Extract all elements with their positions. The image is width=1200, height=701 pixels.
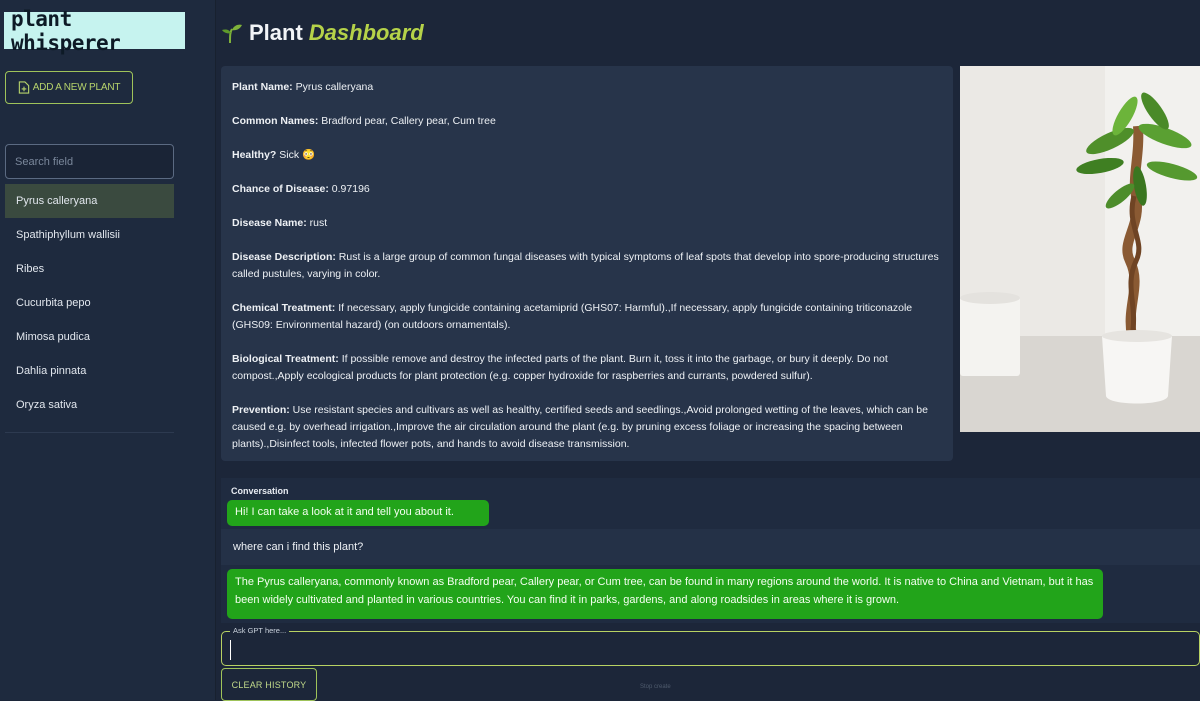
chance-of-disease-row: Chance of Disease: 0.97196 (232, 183, 370, 195)
money-tree-illustration (960, 66, 1200, 432)
app-logo: plant whisperer (4, 7, 185, 55)
disease-description-row: Disease Description: Rust is a large gro… (232, 251, 939, 280)
plant-item-dahlia-pinnata[interactable]: Dahlia pinnata (5, 354, 174, 388)
ask-gpt-label: Ask GPT here... (230, 626, 290, 635)
add-new-plant-button[interactable]: ADD A NEW PLANT (5, 71, 133, 104)
conversation-panel: Conversation Hi! I can take a look at it… (221, 478, 1200, 623)
footer-note: Stop create (640, 684, 671, 690)
ask-gpt-field[interactable]: Ask GPT here... (221, 626, 1200, 666)
disease-name-row: Disease Name: rust (232, 217, 328, 229)
plant-item-oryza-sativa[interactable]: Oryza sativa (5, 388, 174, 422)
sidebar: plant whisperer ADD A NEW PLANT Pyrus ca… (0, 0, 216, 700)
plant-item-pyrus-calleryana[interactable]: Pyrus calleryana (5, 184, 174, 218)
prevention-row: Prevention: Use resistant species and cu… (232, 404, 928, 450)
plant-name-row: Plant Name: Pyrus calleryana (232, 81, 374, 93)
ask-gpt-input[interactable] (230, 640, 1175, 660)
user-message: where can i find this plant? (221, 529, 1200, 565)
plant-info-card: Plant Name: Pyrus calleryana Common Name… (221, 66, 953, 461)
plant-photo (960, 66, 1200, 432)
biological-treatment-row: Biological Treatment: If possible remove… (232, 353, 888, 382)
main-content: Plant Dashboard Plant Name: Pyrus caller… (215, 0, 1200, 701)
sprout-icon (222, 24, 242, 44)
add-new-plant-label: ADD A NEW PLANT (32, 82, 121, 93)
list-divider (5, 432, 174, 433)
add-file-icon (18, 81, 29, 94)
bot-message: The Pyrus calleryana, commonly known as … (227, 569, 1103, 619)
common-names-row: Common Names: Bradford pear, Callery pea… (232, 115, 496, 127)
plant-item-cucurbita-pepo[interactable]: Cucurbita pepo (5, 286, 174, 320)
search-input[interactable] (5, 144, 174, 179)
title-accent: Dashboard (308, 20, 424, 45)
plant-item-mimosa-pudica[interactable]: Mimosa pudica (5, 320, 174, 354)
plant-list: Pyrus calleryana Spathiphyllum wallisii … (5, 184, 174, 433)
chemical-treatment-row: Chemical Treatment: If necessary, apply … (232, 302, 913, 331)
conversation-label: Conversation (231, 486, 289, 496)
clear-history-button[interactable]: CLEAR HISTORY (221, 668, 317, 701)
bot-message: Hi! I can take a look at it and tell you… (227, 500, 489, 526)
healthy-row: Healthy? Sick 😳 (232, 149, 316, 161)
page-title: Plant Dashboard (221, 20, 424, 46)
plant-item-spathiphyllum-wallisii[interactable]: Spathiphyllum wallisii (5, 218, 174, 252)
plant-item-ribes[interactable]: Ribes (5, 252, 174, 286)
title-plain: Plant (249, 20, 303, 45)
